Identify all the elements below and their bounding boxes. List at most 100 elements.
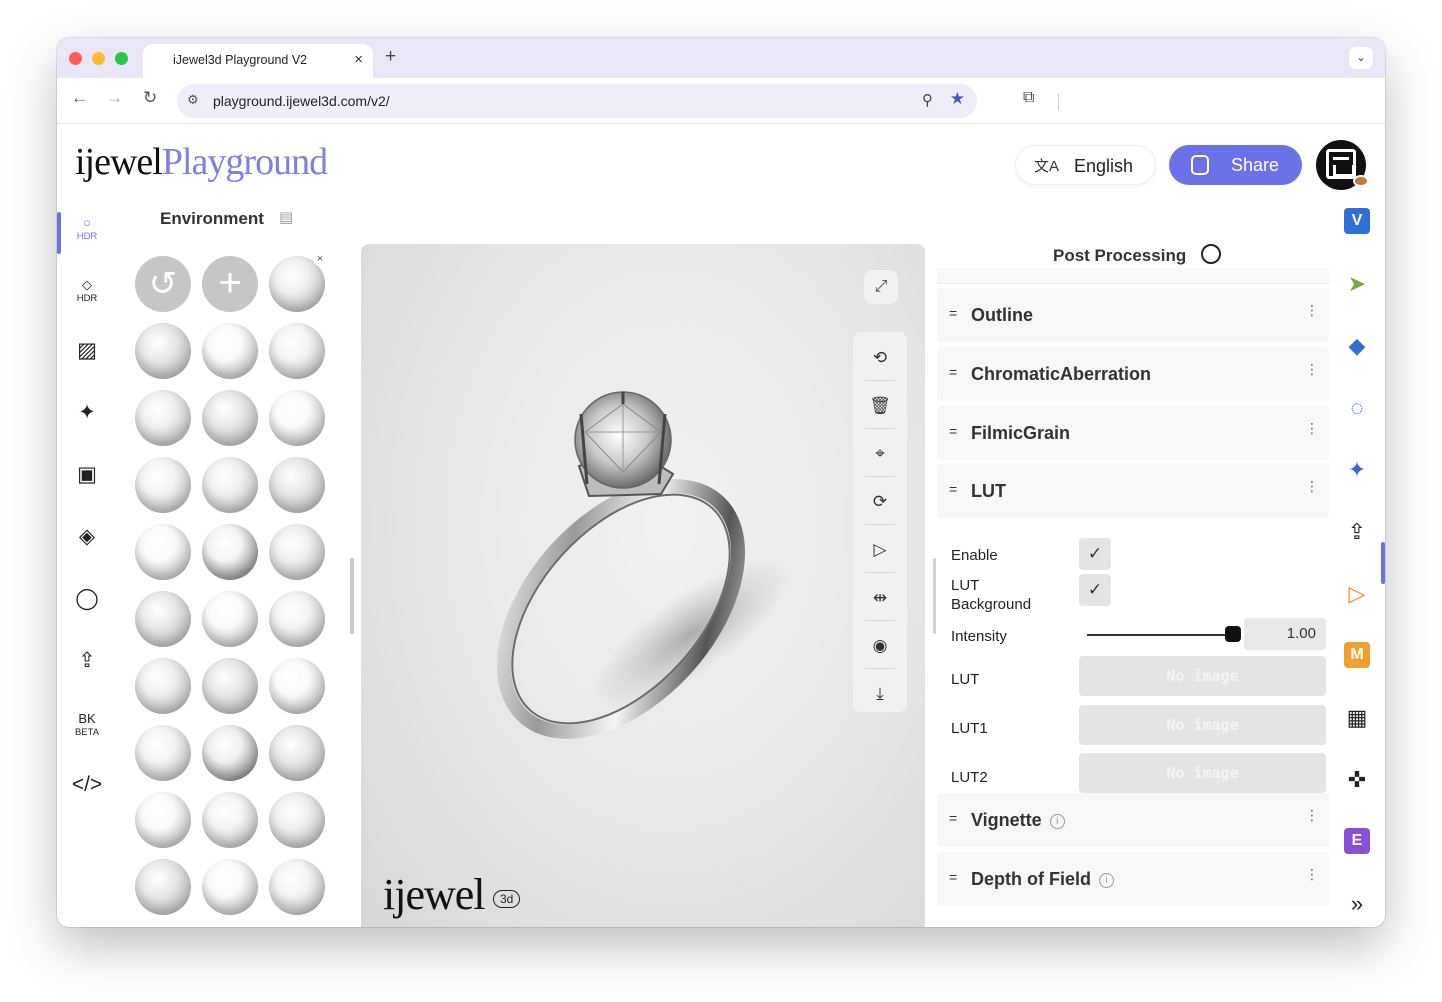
minimize-window-button[interactable] [92, 52, 105, 65]
reload-button[interactable]: ↻ [143, 88, 157, 108]
forward-button[interactable]: → [106, 88, 123, 108]
user-avatar[interactable] [1316, 140, 1369, 190]
environment-thumbnail[interactable] [202, 591, 258, 647]
share-button[interactable]: Share [1169, 145, 1302, 185]
rail-item-scene-image[interactable]: ▣ [69, 462, 105, 502]
download-button[interactable]: ⤓ [864, 678, 896, 710]
delete-button[interactable]: 🗑 [864, 390, 896, 422]
environment-thumbnail[interactable] [269, 524, 325, 580]
rotate-view-button[interactable]: ⟲ [864, 342, 896, 374]
language-button[interactable]: 文A English [1016, 146, 1155, 184]
environment-thumbnail[interactable] [202, 390, 258, 446]
fullscreen-button[interactable]: ⤢ [864, 270, 898, 304]
m-plugin-badge[interactable]: M [1344, 642, 1370, 668]
drag-handle-icon[interactable]: = [949, 423, 957, 439]
v-plugin-badge[interactable]: V [1344, 208, 1370, 234]
environment-thumbnail[interactable] [135, 591, 191, 647]
environment-thumbnail[interactable] [269, 390, 325, 446]
environment-thumbnail[interactable] [269, 792, 325, 848]
environment-thumbnail[interactable] [269, 591, 325, 647]
sparkle-plugin-icon[interactable]: ✦ [1343, 456, 1371, 484]
close-window-button[interactable] [69, 52, 82, 65]
environment-thumbnail[interactable]: × [269, 252, 327, 312]
grid-plugin-icon[interactable]: ▦ [1343, 704, 1371, 732]
search-icon[interactable] [1201, 244, 1221, 264]
new-tab-button[interactable]: + [385, 46, 396, 68]
environment-thumbnail[interactable] [269, 323, 325, 379]
intensity-slider-track[interactable] [1087, 634, 1233, 636]
circle-plugin-icon[interactable]: ◌ [1343, 394, 1371, 422]
section-lut[interactable]: = LUT ⋮ [937, 464, 1329, 518]
lut2-image-slot[interactable]: No image [1079, 753, 1326, 793]
info-icon[interactable]: i [1049, 814, 1065, 829]
play-button[interactable]: ▷ [864, 534, 896, 566]
play-plugin-icon[interactable]: ▷ [1343, 580, 1371, 608]
3d-viewport[interactable]: ijewel 3d ⤢ ⟲ 🗑 ⌖ ⟳ ▷ ⇹ ◉ ⤓ [361, 244, 925, 927]
tab-search-button[interactable]: ⌄ [1349, 47, 1373, 69]
environment-help-icon[interactable]: ▤ [279, 208, 293, 226]
drag-handle-icon[interactable]: = [949, 481, 957, 497]
more-plugins-icon[interactable]: » [1343, 890, 1371, 918]
snapshot-button[interactable]: ◉ [864, 630, 896, 662]
environment-thumbnail[interactable] [202, 725, 258, 781]
more-options-icon[interactable]: ⋮ [1305, 478, 1319, 495]
bookmark-star-icon[interactable]: ★ [950, 89, 965, 109]
more-options-icon[interactable]: ⋮ [1305, 807, 1319, 824]
environment-thumbnail[interactable] [135, 658, 191, 714]
lut-image-slot[interactable]: No image [1079, 656, 1326, 696]
more-options-icon[interactable]: ⋮ [1305, 420, 1319, 437]
drag-handle-icon[interactable]: = [949, 810, 957, 826]
auto-rotate-button[interactable]: ⟳ [864, 486, 896, 518]
post-processing-scrollbar[interactable] [933, 558, 936, 634]
pointer-tool-icon[interactable]: ➤ [1343, 270, 1371, 298]
section-filmicgrain[interactable]: = FilmicGrain ⋮ [937, 406, 1329, 460]
more-options-icon[interactable]: ⋮ [1305, 866, 1319, 883]
extensions-icon[interactable]: ⧉ [1023, 89, 1034, 107]
rail-item-ring-materials[interactable]: ◯ [69, 586, 105, 626]
tab-close-icon[interactable]: × [354, 51, 363, 68]
reset-camera-button[interactable]: ⇹ [864, 582, 896, 614]
address-bar[interactable]: ⚙ playground.ijewel3d.com/v2/ ⚲ ★ [177, 84, 977, 118]
drag-handle-icon[interactable]: = [949, 869, 957, 885]
environment-thumbnail[interactable] [202, 524, 258, 580]
browser-tab[interactable]: iJewel3d Playground V2 × [143, 44, 373, 78]
rail-item-background[interactable]: ▨ [69, 338, 105, 378]
environment-thumbnail[interactable] [269, 658, 325, 714]
maximize-window-button[interactable] [115, 52, 128, 65]
more-options-icon[interactable]: ⋮ [1305, 302, 1319, 319]
lut1-image-slot[interactable]: No image [1079, 705, 1326, 745]
zoom-icon[interactable]: ⚲ [922, 91, 933, 109]
materials-plugin-icon[interactable]: ◆ [1343, 332, 1371, 360]
rail-item-embed-code[interactable]: </> [69, 772, 105, 812]
section-chromaticaberration[interactable]: = ChromaticAberration ⋮ [937, 347, 1329, 401]
environment-thumbnail[interactable] [202, 457, 258, 513]
add-environment-button[interactable]: + [202, 256, 258, 312]
environment-thumbnail[interactable] [269, 859, 325, 915]
environment-scrollbar[interactable] [350, 558, 354, 634]
environment-thumbnail[interactable] [135, 457, 191, 513]
environment-thumbnail[interactable] [269, 725, 325, 781]
info-icon[interactable]: i [1099, 873, 1114, 888]
intensity-slider-thumb[interactable] [1225, 626, 1241, 642]
rail-item-ground-plane[interactable]: ◈ [69, 524, 105, 564]
puzzle-plugin-icon[interactable]: ✜ [1343, 766, 1371, 794]
rail-item-hdr-environment[interactable]: ○ HDR [69, 214, 105, 254]
e-plugin-badge[interactable]: E [1344, 828, 1370, 854]
section-outline[interactable]: = Outline ⋮ [937, 288, 1329, 342]
environment-thumbnail[interactable] [202, 859, 258, 915]
intensity-value-input[interactable]: 1.00 [1244, 618, 1326, 650]
rail-item-bk-beta[interactable]: BK BETA [69, 710, 105, 750]
rail-item-hdr-lights[interactable]: ◇ HDR [69, 276, 105, 316]
lut-enable-checkbox[interactable]: ✓ [1079, 538, 1111, 570]
environment-thumbnail[interactable] [135, 859, 191, 915]
app-logo[interactable]: ijewelPlayground [75, 142, 328, 182]
back-button[interactable]: ← [71, 88, 88, 108]
focus-button[interactable]: ⌖ [864, 438, 896, 470]
environment-thumbnail[interactable] [135, 323, 191, 379]
remove-environment-icon[interactable]: × [313, 252, 327, 266]
drag-handle-icon[interactable]: = [949, 305, 957, 321]
environment-thumbnail[interactable] [135, 524, 191, 580]
more-options-icon[interactable]: ⋮ [1305, 361, 1319, 378]
upload-plugin-icon[interactable]: ⇪ [1343, 518, 1371, 546]
url-text[interactable]: playground.ijewel3d.com/v2/ [213, 93, 390, 109]
